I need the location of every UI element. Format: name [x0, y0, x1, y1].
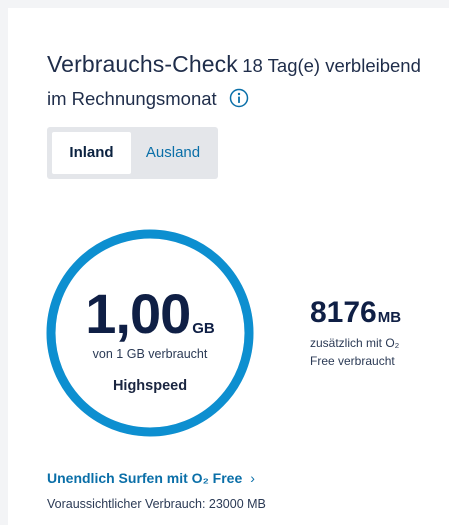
usage-ring-content: 1,00 GB von 1 GB verbraucht Highspeed — [45, 228, 255, 438]
additional-usage-value: 8176 — [310, 296, 377, 329]
unlimited-surf-link[interactable]: Unendlich Surfen mit O₂ Free › — [47, 470, 255, 486]
additional-usage-desc-2: Free verbraucht — [310, 354, 395, 368]
region-toggle: Inland Ausland — [47, 127, 218, 179]
tab-ausland[interactable]: Ausland — [131, 132, 215, 174]
speed-status: Highspeed — [112, 378, 188, 394]
used-volume: 1,00 GB — [45, 286, 255, 342]
chevron-right-icon: › — [250, 470, 255, 486]
used-volume-value: 1,00 — [85, 282, 191, 345]
used-volume-unit: GB — [192, 320, 215, 337]
usage-heading: Verbrauchs-Check 18 Tag(e) verbleibend i… — [47, 49, 442, 116]
used-of-total: von 1 GB verbraucht — [92, 347, 208, 361]
additional-usage-desc-1: zusätzlich mit O₂ — [310, 336, 400, 350]
additional-usage-unit: MB — [377, 309, 402, 326]
unlimited-surf-link-label: Unendlich Surfen mit O₂ Free — [47, 470, 243, 486]
page: Verbrauchs-Check 18 Tag(e) verbleibend i… — [0, 0, 449, 525]
forecast-usage: Voraussichtlicher Verbrauch: 23000 MB — [47, 497, 266, 511]
days-remaining: 18 Tag(e) verbleibend — [242, 55, 421, 76]
background-left — [0, 0, 8, 525]
billing-period: im Rechnungsmonat — [47, 88, 217, 109]
tab-inland[interactable]: Inland — [52, 132, 131, 174]
additional-usage: 8176MB zusätzlich mit O₂ Free verbraucht — [310, 296, 440, 370]
background-top — [0, 0, 449, 8]
info-icon[interactable] — [229, 88, 249, 108]
usage-title: Verbrauchs-Check — [47, 51, 238, 77]
